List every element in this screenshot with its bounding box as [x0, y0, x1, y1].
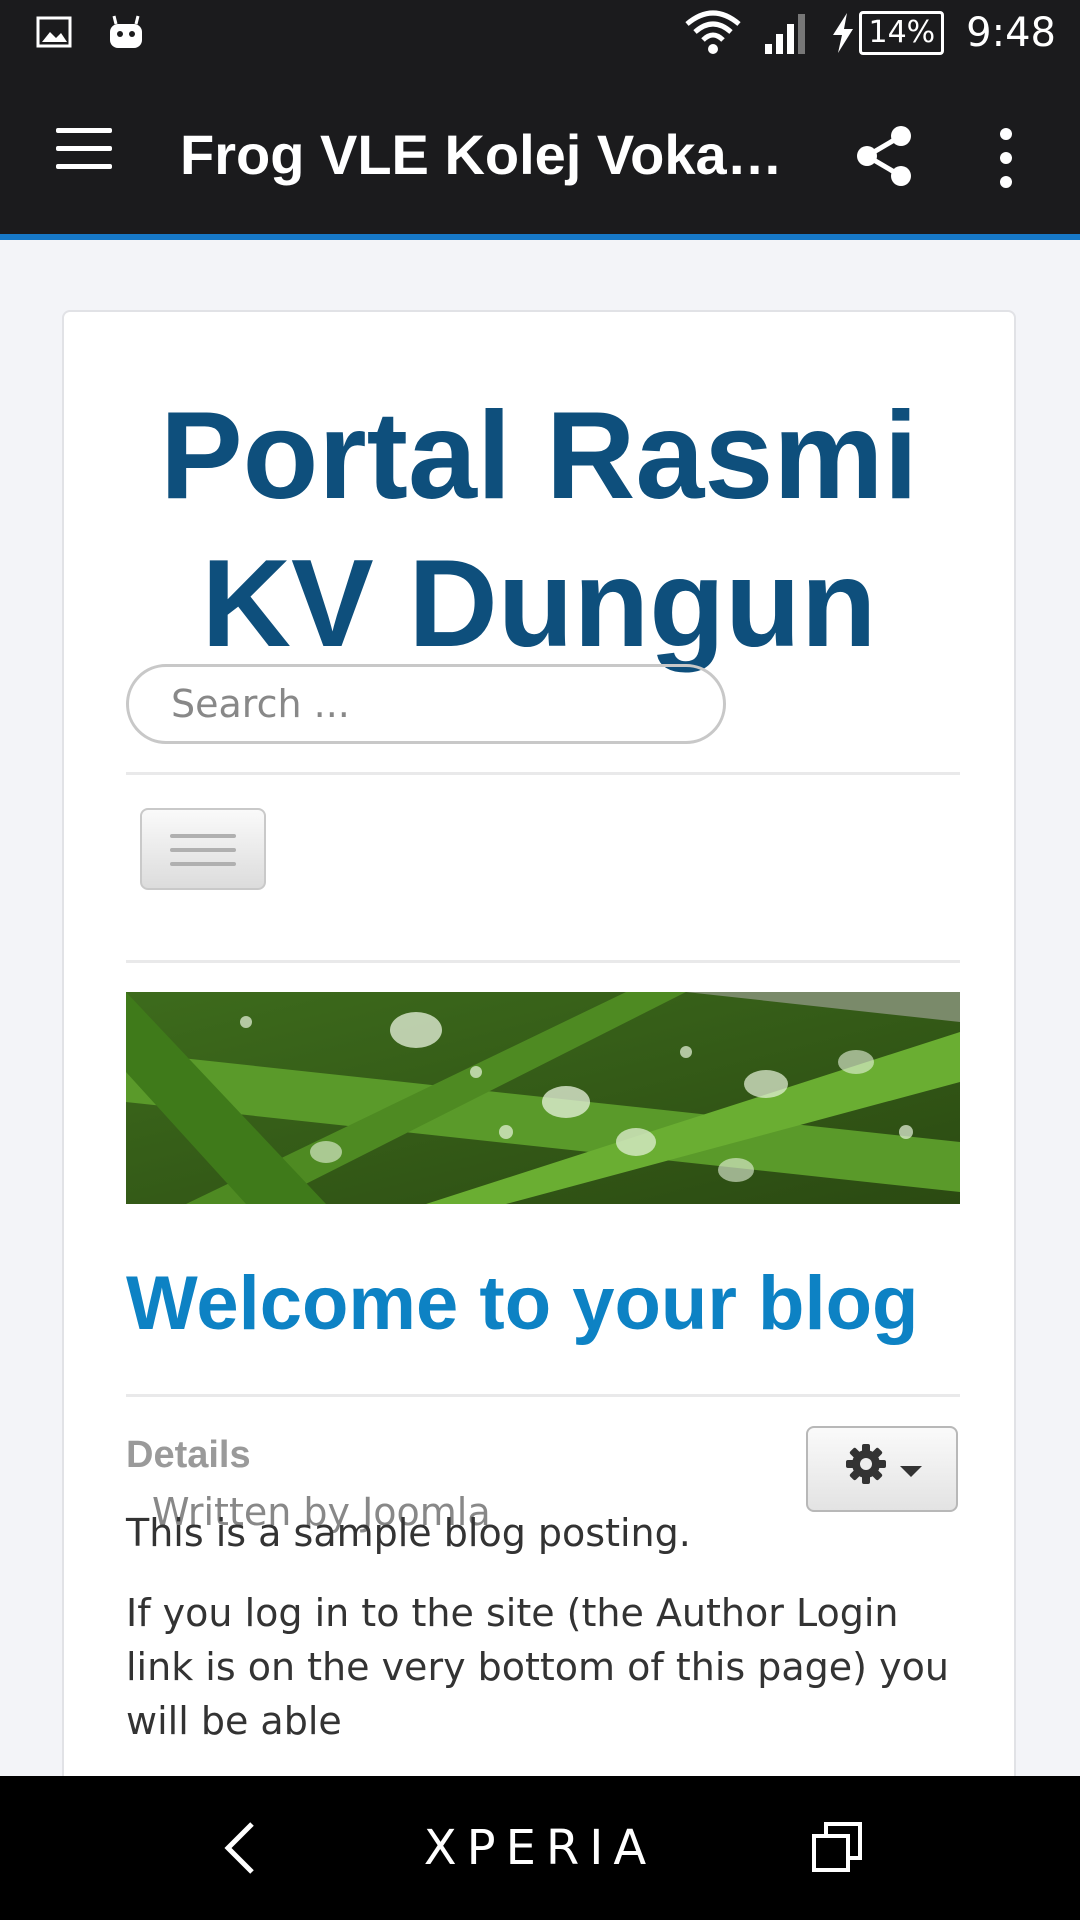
battery-percentage: 14% — [859, 11, 945, 55]
divider — [126, 960, 960, 963]
content-card: Portal Rasmi KV Dungun Search ... Welcom… — [62, 310, 1016, 1910]
hamburger-menu-icon[interactable] — [56, 128, 112, 172]
banner-image — [126, 992, 960, 1204]
charging-bolt-icon — [833, 13, 854, 53]
chevron-down-icon — [900, 1466, 922, 1477]
article-paragraph: This is a sample blog posting. — [126, 1511, 691, 1555]
overflow-menu-icon[interactable] — [1000, 128, 1016, 200]
status-bar: 14% 9:48 — [0, 0, 1080, 72]
divider — [126, 772, 960, 775]
recent-apps-icon[interactable] — [812, 1822, 862, 1872]
gear-icon — [846, 1444, 886, 1484]
brand-logo: XPERIA — [423, 1820, 657, 1876]
article-options-button[interactable] — [806, 1426, 958, 1512]
system-navigation-bar: XPERIA — [0, 1776, 1080, 1920]
android-notification-icon — [110, 15, 142, 48]
app-bar: Frog VLE Kolej Vokas... — [0, 72, 1080, 240]
share-icon[interactable] — [855, 124, 915, 188]
gallery-notification-icon — [36, 16, 72, 48]
article-title[interactable]: Welcome to your blog — [126, 1260, 918, 1347]
details-label: Details — [126, 1434, 251, 1476]
nav-toggle-button[interactable] — [140, 808, 266, 890]
wifi-icon — [685, 10, 742, 54]
app-title: Frog VLE Kolej Vokas... — [180, 123, 800, 186]
battery-indicator: 14% — [831, 11, 945, 55]
cell-signal-icon — [765, 14, 806, 54]
clock: 9:48 — [966, 10, 1056, 56]
divider — [126, 1394, 960, 1397]
article-paragraph: If you log in to the site (the Author Lo… — [126, 1591, 949, 1743]
search-input[interactable]: Search ... — [126, 664, 726, 744]
site-title[interactable]: Portal Rasmi KV Dungun — [64, 382, 1014, 678]
